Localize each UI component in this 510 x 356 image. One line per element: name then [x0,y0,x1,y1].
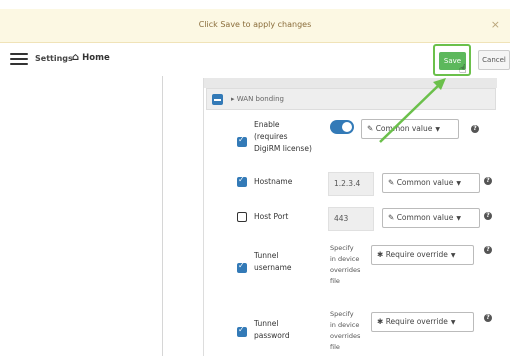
tunnel-username-label: Tunnel username [254,251,292,272]
tunnel-password-checkbox[interactable] [237,325,247,337]
tunnel-username-checkbox[interactable] [237,261,247,273]
hostname-input[interactable]: 1.2.3.4 [328,172,374,196]
panel-header-strip [204,78,497,88]
hostname-label: Hostname [254,177,293,186]
home-label: Home [82,53,110,63]
edit-icon: ✎ [388,178,395,187]
notification-banner: Click Save to apply changes × [0,9,510,43]
collapse-icon[interactable] [212,94,223,105]
tunnel-username-note: Specify in device overrides file [330,244,361,285]
tunnel-password-note: Specify in device overrides file [330,310,361,351]
home-link[interactable]: ⌂ Home [72,52,110,63]
asterisk-icon: ✱ [377,250,384,259]
edit-icon: ✎ [388,213,395,222]
enable-label: Enable (requires DigiRM license) [254,120,312,153]
enable-checkbox[interactable] [237,135,247,147]
caret-down-icon: ▼ [435,126,440,133]
home-icon: ⌂ [72,52,80,63]
help-icon[interactable]: ? [471,125,479,133]
section-title: ▸ WAN bonding [231,95,284,103]
section-header-wan-bonding[interactable]: ▸ WAN bonding [206,88,496,110]
help-icon[interactable]: ? [484,212,492,220]
tunnel-username-select[interactable]: ✱ Require override ▼ [371,245,474,265]
caret-down-icon: ▼ [456,180,461,187]
help-icon[interactable]: ? [484,177,492,185]
mouse-cursor-icon: ☝ [459,62,467,76]
edit-icon: ✎ [367,124,374,133]
caret-down-icon: ▼ [456,215,461,222]
banner-text: Click Save to apply changes [198,20,312,29]
enable-toggle[interactable] [330,120,354,134]
caret-down-icon: ▼ [450,252,456,259]
help-icon[interactable]: ? [484,246,492,254]
cancel-button[interactable]: Cancel [478,50,510,70]
host-port-checkbox[interactable] [237,212,247,222]
menu-icon[interactable] [10,53,28,65]
close-icon[interactable]: × [491,18,500,31]
tunnel-password-label: Tunnel password [254,319,290,340]
asterisk-icon: ✱ [377,317,384,326]
hostname-value-select[interactable]: ✎ Common value ▼ [382,173,480,193]
caret-down-icon: ▼ [450,319,456,326]
host-port-label: Host Port [254,212,289,221]
sidebar-divider [162,76,163,356]
help-icon[interactable]: ? [484,314,492,322]
settings-title: Settings [35,54,73,63]
enable-value-select[interactable]: ✎ Common value ▼ [361,119,459,139]
hostname-checkbox[interactable] [237,175,247,187]
host-port-value-select[interactable]: ✎ Common value ▼ [382,208,480,228]
host-port-input[interactable]: 443 [328,207,374,231]
tunnel-password-select[interactable]: ✱ Require override ▼ [371,312,474,332]
